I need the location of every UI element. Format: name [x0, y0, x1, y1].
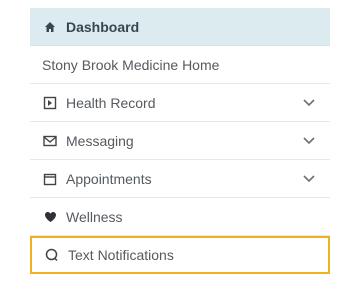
chevron-down-icon[interactable]: [302, 136, 316, 146]
sidebar-item-label: Appointments: [66, 170, 152, 187]
sidebar-item-label: Stony Brook Medicine Home: [42, 56, 220, 73]
envelope-icon: [42, 133, 58, 149]
chevron-down-icon[interactable]: [302, 98, 316, 108]
sidebar-item-label: Wellness: [66, 208, 123, 225]
sidebar-item-dashboard[interactable]: Dashboard: [30, 8, 330, 46]
sidebar-item-appointments[interactable]: Appointments: [30, 160, 330, 198]
chevron-down-icon[interactable]: [302, 174, 316, 184]
sidebar-item-text-notifications[interactable]: Text Notifications: [30, 236, 330, 274]
sidebar-item-health-record[interactable]: Health Record: [30, 84, 330, 122]
sidebar-item-messaging[interactable]: Messaging: [30, 122, 330, 160]
sidebar-item-label: Text Notifications: [68, 247, 174, 263]
sidebar-item-stony-brook-home[interactable]: Stony Brook Medicine Home: [30, 46, 330, 84]
calendar-icon: [42, 171, 58, 187]
sidebar-item-label: Health Record: [66, 94, 156, 111]
sidebar-item-label: Messaging: [66, 132, 134, 149]
heart-icon: [42, 209, 58, 225]
home-icon: [42, 19, 58, 35]
sidebar-item-wellness[interactable]: Wellness: [30, 198, 330, 236]
sidebar-item-label: Dashboard: [66, 18, 140, 35]
document-icon: [42, 95, 58, 111]
chat-bubble-icon: [44, 247, 60, 263]
sidebar-nav: Dashboard Stony Brook Medicine Home Heal…: [30, 8, 330, 274]
